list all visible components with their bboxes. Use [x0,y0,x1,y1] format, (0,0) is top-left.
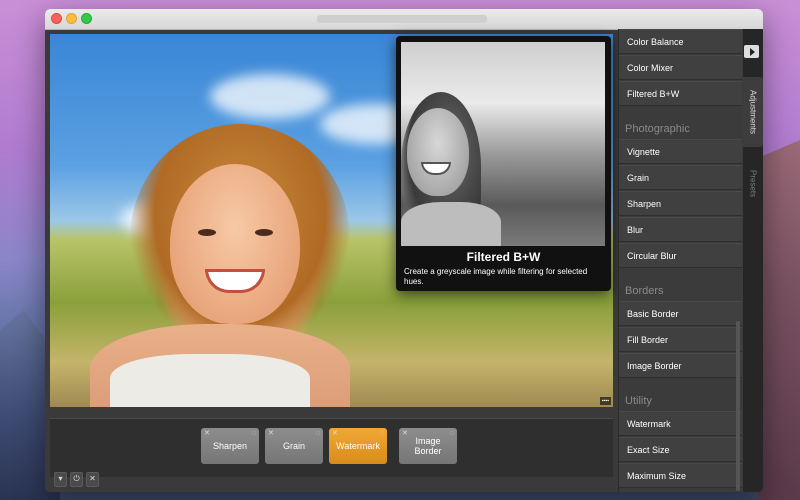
subject-top [110,354,310,407]
filter-card-grain[interactable]: ✕ ◌ Grain [265,428,323,464]
chevron-down-icon: ▾ [58,474,63,483]
panel-item-exact-size[interactable]: Exact Size [619,437,742,462]
app-window: ▪▪▪▪ Filtered B+W Create a greyscale ima… [45,9,763,492]
close-icon: ✕ [89,474,96,483]
close-window-button[interactable] [51,13,62,24]
panel-item-filtered-bw[interactable]: Filtered B+W [619,81,742,106]
filter-card-label: Grain [282,441,305,451]
filter-card-watermark[interactable]: ✕ ◌ Watermark [329,428,387,464]
toggle-filter-icon[interactable]: ◌ [316,429,320,439]
panel-item-grain[interactable]: Grain [619,165,742,190]
applied-filters-strip: ✕ ◌ Sharpen ✕ ◌ Grain ✕ ◌ Watermark ✕ ◌ … [50,418,613,477]
popover-title: Filtered B+W [466,250,541,264]
panel-item-watermark[interactable]: Watermark [619,411,742,436]
subject-eye [198,229,216,236]
power-toggle-button[interactable]: ⏻ [70,472,83,487]
subject-eye [255,229,273,236]
zoom-window-button[interactable] [81,13,92,24]
side-tabs: Adjustments Presets [743,29,763,492]
adjustments-panel: Color Balance Color Mixer Filtered B+W P… [618,29,744,492]
tab-adjustments[interactable]: Adjustments [743,77,763,147]
filter-preview-popover: Filtered B+W Create a greyscale image wh… [396,36,611,291]
preview-body [401,202,501,246]
menu-dropdown-button[interactable]: ▾ [54,472,67,487]
title-bar [45,9,763,30]
filter-card-sharpen[interactable]: ✕ ◌ Sharpen [201,428,259,464]
toggle-filter-icon[interactable]: ◌ [380,429,384,439]
panel-item-color-balance[interactable]: Color Balance [619,29,742,54]
toggle-filter-icon[interactable]: ◌ [450,429,454,439]
toggle-filter-icon[interactable]: ◌ [252,429,256,439]
minimize-window-button[interactable] [66,13,77,24]
subject-face [170,164,300,324]
filter-card-label: Sharpen [212,441,248,451]
section-photographic: Photographic [625,123,690,135]
panel-item-color-mixer[interactable]: Color Mixer [619,55,742,80]
preview-face [407,108,469,196]
remove-filter-icon[interactable]: ✕ [268,429,274,439]
tab-presets[interactable]: Presets [743,159,763,209]
remove-filter-icon[interactable]: ✕ [204,429,210,439]
desktop-mountain-right [758,140,800,500]
power-icon: ⏻ [73,474,80,483]
panel-item-blur[interactable]: Blur [619,217,742,242]
panel-item-image-border[interactable]: Image Border [619,353,742,378]
clear-filters-button[interactable]: ✕ [86,472,99,487]
cloud [210,74,330,119]
panel-item-vignette[interactable]: Vignette [619,139,742,164]
collapse-panel-button[interactable] [744,45,759,58]
panel-item-sharpen[interactable]: Sharpen [619,191,742,216]
photo-credit: ▪▪▪▪ [599,397,611,405]
section-utility: Utility [625,395,652,407]
remove-filter-icon[interactable]: ✕ [332,429,338,439]
filter-card-label: Watermark [336,441,380,451]
filter-card-label: Image Border [414,436,442,456]
popover-description: Create a greyscale image while filtering… [404,267,588,286]
filter-preview-image [401,42,605,246]
panel-item-basic-border[interactable]: Basic Border [619,301,742,326]
window-title [317,15,487,23]
panel-scrollbar[interactable] [736,321,740,491]
filter-card-image-border[interactable]: ✕ ◌ Image Border [399,428,457,464]
section-borders: Borders [625,285,664,297]
panel-item-maximum-size[interactable]: Maximum Size [619,463,742,488]
remove-filter-icon[interactable]: ✕ [402,429,408,439]
panel-item-fill-border[interactable]: Fill Border [619,327,742,352]
panel-item-circular-blur[interactable]: Circular Blur [619,243,742,268]
